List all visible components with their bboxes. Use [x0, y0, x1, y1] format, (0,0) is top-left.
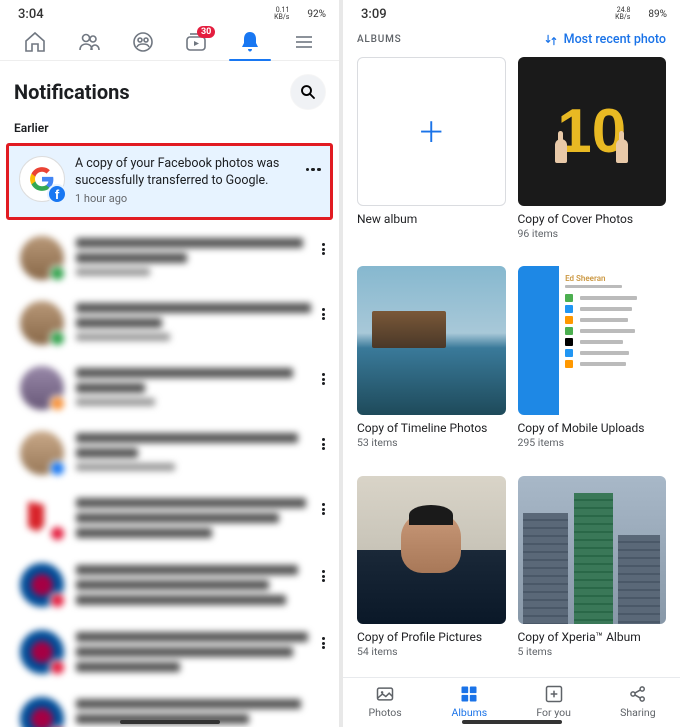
- search-icon: [299, 83, 317, 101]
- highlighted-notification-frame: f A copy of your Facebook photos was suc…: [6, 143, 333, 220]
- search-button[interactable]: [291, 75, 325, 109]
- status-bar: 3:09 24.8 KB/s 89%: [343, 0, 680, 22]
- album-title: Copy of Profile Pictures: [357, 630, 506, 644]
- new-album-thumb: ＋: [357, 57, 506, 206]
- album-count: 53 items: [357, 436, 506, 449]
- google-photos-albums-screen: 3:09 24.8 KB/s 89% ALBUMS Most recent ph…: [343, 0, 680, 727]
- tab-photos[interactable]: Photos: [343, 684, 427, 719]
- notification-more-button[interactable]: [313, 569, 333, 584]
- watch-badge: 30: [197, 26, 215, 38]
- tab-label: For you: [536, 706, 571, 719]
- section-earlier: Earlier: [0, 119, 339, 143]
- home-indicator[interactable]: [120, 720, 220, 724]
- albums-grid: ＋ New album 10 Copy of Cover Photos 96 i…: [343, 51, 680, 677]
- notification-item[interactable]: [2, 553, 337, 620]
- notification-text: A copy of your Facebook photos was succe…: [75, 156, 294, 190]
- status-time: 3:09: [361, 7, 387, 22]
- album-count: 5 items: [518, 645, 667, 658]
- notifications-list: [0, 226, 339, 727]
- notification-more-button[interactable]: [313, 502, 333, 517]
- facebook-notifications-screen: 3:04 0.11 KB/s N 92%: [0, 0, 339, 727]
- sort-button[interactable]: Most recent photo: [544, 32, 666, 47]
- battery-percent: 92%: [307, 9, 326, 20]
- album-title: Copy of Cover Photos: [518, 212, 667, 226]
- status-indicators: 24.8 KB/s 89%: [615, 7, 670, 21]
- nav-groups[interactable]: [116, 30, 170, 54]
- page-title: Notifications: [14, 80, 130, 104]
- status-time: 3:04: [18, 7, 44, 22]
- tab-sharing[interactable]: Sharing: [596, 684, 680, 719]
- notification-more-button[interactable]: [313, 437, 333, 452]
- album-title: New album: [357, 212, 506, 226]
- nav-active-indicator: [229, 59, 271, 62]
- tab-label: Sharing: [620, 706, 656, 719]
- notification-more-button[interactable]: [313, 307, 333, 322]
- home-indicator[interactable]: [462, 720, 562, 724]
- tab-label: Photos: [369, 706, 402, 719]
- album-thumb: [357, 266, 506, 415]
- plus-icon: ＋: [417, 111, 445, 151]
- nav-watch[interactable]: 30: [169, 30, 223, 54]
- status-bar: 3:04 0.11 KB/s N 92%: [0, 0, 339, 22]
- photos-icon: [375, 684, 395, 704]
- notification-item[interactable]: [2, 421, 337, 486]
- album-timeline-photos[interactable]: Copy of Timeline Photos 53 items: [357, 266, 506, 463]
- notification-text-block: A copy of your Facebook photos was succe…: [75, 156, 294, 207]
- notification-more-button[interactable]: [313, 372, 333, 387]
- battery-percent: 89%: [648, 9, 667, 20]
- album-title: Copy of Mobile Uploads: [518, 421, 667, 435]
- notification-more-button[interactable]: [313, 636, 333, 651]
- notification-item[interactable]: [2, 226, 337, 291]
- album-profile-pictures[interactable]: Copy of Profile Pictures 54 items: [357, 476, 506, 673]
- notification-google-transfer[interactable]: f A copy of your Facebook photos was suc…: [9, 146, 330, 217]
- notification-avatar: f: [19, 156, 65, 202]
- notification-item[interactable]: [2, 356, 337, 421]
- tab-foryou[interactable]: For you: [512, 684, 596, 719]
- facebook-top-nav: 30: [0, 22, 339, 61]
- sort-label: Most recent photo: [564, 32, 666, 47]
- status-indicators: 0.11 KB/s N 92%: [274, 7, 329, 21]
- album-title: Copy of Timeline Photos: [357, 421, 506, 435]
- albums-icon: [459, 684, 479, 704]
- foryou-icon: [544, 684, 564, 704]
- album-title: Copy of Xperia™ Album: [518, 630, 667, 644]
- facebook-badge-icon: f: [47, 184, 67, 204]
- notification-more-button[interactable]: [304, 156, 322, 175]
- album-thumb: Ed Sheeran: [518, 266, 667, 415]
- album-mobile-uploads[interactable]: Ed Sheeran Copy of Mobile Uploads 295 it…: [518, 266, 667, 463]
- notification-more-button[interactable]: [313, 242, 333, 257]
- notification-time: 1 hour ago: [75, 192, 294, 207]
- tab-label: Albums: [452, 706, 488, 719]
- nav-friends[interactable]: [62, 30, 116, 54]
- notification-item[interactable]: [2, 620, 337, 687]
- notification-item[interactable]: [2, 291, 337, 356]
- album-count: 54 items: [357, 645, 506, 658]
- nav-home[interactable]: [8, 30, 62, 54]
- album-count: 96 items: [518, 227, 667, 240]
- sort-icon: [544, 33, 558, 47]
- albums-header: ALBUMS Most recent photo: [343, 22, 680, 51]
- album-cover-photos[interactable]: 10 Copy of Cover Photos 96 items: [518, 57, 667, 254]
- album-thumb: [357, 476, 506, 625]
- albums-label: ALBUMS: [357, 34, 402, 45]
- album-xperia[interactable]: Copy of Xperia™ Album 5 items: [518, 476, 667, 673]
- notifications-header: Notifications: [0, 61, 339, 119]
- album-thumb: [518, 476, 667, 625]
- album-count: 295 items: [518, 436, 667, 449]
- album-thumb: 10: [518, 57, 667, 206]
- nav-notifications[interactable]: [223, 30, 277, 54]
- tab-albums[interactable]: Albums: [427, 684, 511, 719]
- sharing-icon: [628, 684, 648, 704]
- album-new[interactable]: ＋ New album: [357, 57, 506, 254]
- nav-menu[interactable]: [277, 30, 331, 54]
- notification-item[interactable]: [2, 486, 337, 553]
